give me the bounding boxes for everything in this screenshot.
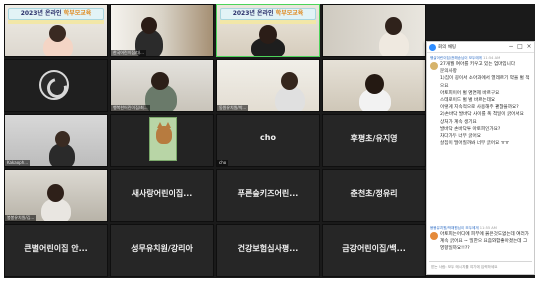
video-tile[interactable]: 성무유치원/강리아 bbox=[110, 224, 214, 277]
close-button[interactable]: × bbox=[525, 43, 533, 51]
chat-message: 행살어린이집/권해송님이 모두에게 11:54 AM 27개월 여아를 키우고 … bbox=[430, 56, 530, 147]
message-text: 27개월 여아를 키우고 있는 엄마입니다 문의사항 1)집이 굉이서 소아과에… bbox=[440, 62, 530, 147]
participant-head bbox=[47, 184, 64, 202]
video-tile[interactable]: 큰별어린이집 안... bbox=[4, 224, 108, 277]
video-tile[interactable]: 건강보험심사평... bbox=[216, 224, 320, 277]
participant-display-name: 큰별어린이집 안... bbox=[24, 244, 88, 253]
participant-head bbox=[385, 17, 402, 35]
participant-head bbox=[49, 25, 66, 42]
chat-message: 봉봉유치원/박채원님이 모두에게 11:55 AM 아토피는어디에 피부에 붉은… bbox=[430, 226, 530, 253]
participant-name: Kakaoph... bbox=[5, 160, 31, 166]
video-tile[interactable]: 행복한어린이집/최... bbox=[110, 59, 214, 112]
video-tile[interactable]: 한국어린이집/대... bbox=[110, 4, 214, 57]
video-tile[interactable] bbox=[4, 59, 108, 112]
participant-name: 행복한어린이집/최... bbox=[111, 105, 150, 111]
chat-message-list[interactable]: 행살어린이집/권해송님이 모두에게 11:54 AM 27개월 여아를 키우고 … bbox=[427, 54, 534, 260]
participant-display-name: 후평초/유지영 bbox=[350, 134, 398, 143]
participant-head bbox=[259, 25, 277, 44]
banner-strip bbox=[8, 20, 104, 24]
zoom-logo-icon bbox=[429, 44, 436, 51]
obs-logo-icon bbox=[39, 70, 69, 100]
video-tile[interactable]: 춘천초/정유리 bbox=[322, 169, 426, 222]
chat-header: 회의 채팅 − □ × bbox=[427, 42, 534, 53]
participant-name: 동원유치원/박... bbox=[217, 105, 249, 111]
video-gallery: 2023년 온라인 학부모교육 한국어린이집/대... 2023년 온라인 학부… bbox=[4, 4, 429, 278]
chat-title: 회의 채팅 bbox=[438, 45, 456, 50]
zoom-meeting-window: 2023년 온라인 학부모교육 한국어린이집/대... 2023년 온라인 학부… bbox=[4, 4, 535, 278]
participant-name: 한국어린이집/대... bbox=[111, 50, 146, 56]
video-tile[interactable]: 금강어린이집/백... bbox=[322, 224, 426, 277]
participant-display-name: 춘천초/정유리 bbox=[350, 189, 398, 198]
participant-name: 봉봉유치원/김... bbox=[5, 215, 37, 221]
sender-avatar-icon bbox=[430, 62, 438, 70]
video-tile[interactable] bbox=[110, 114, 214, 167]
participant-display-name: 건강보험심사평... bbox=[237, 244, 299, 253]
video-tile[interactable]: cho cho bbox=[216, 114, 320, 167]
participant-head bbox=[151, 72, 169, 90]
video-tile-active-speaker[interactable]: 2023년 온라인 학부모교육 bbox=[216, 4, 320, 57]
video-tile[interactable]: 새사랑어린이집... bbox=[110, 169, 214, 222]
participant-display-name: 새사랑어린이집... bbox=[131, 189, 193, 198]
video-tile[interactable]: 후평초/유지영 bbox=[322, 114, 426, 167]
video-tile[interactable] bbox=[322, 59, 426, 112]
participant-name: cho bbox=[217, 160, 229, 166]
participant-display-name: 금강어린이집/백... bbox=[342, 244, 406, 253]
participant-head bbox=[55, 131, 70, 147]
participant-display-name: cho bbox=[260, 133, 276, 142]
meeting-chat-panel[interactable]: 회의 채팅 − □ × 행살어린이집/권해송님이 모두에게 11:54 AM 2… bbox=[426, 41, 535, 275]
minimize-button[interactable]: − bbox=[507, 43, 515, 51]
chat-input[interactable]: 받는 사람: 모두 메시지를 여기에 입력하세요 bbox=[429, 261, 532, 272]
banner-strip bbox=[220, 20, 316, 24]
participant-display-name: 푸른숲키즈어린... bbox=[237, 189, 299, 198]
participant-head bbox=[141, 17, 157, 34]
sender-avatar-icon bbox=[430, 232, 438, 240]
maximize-button[interactable]: □ bbox=[516, 43, 524, 51]
participant-video bbox=[323, 5, 425, 56]
video-tile[interactable]: 푸른숲키즈어린... bbox=[216, 169, 320, 222]
video-tile[interactable]: 2023년 온라인 학부모교육 bbox=[4, 4, 108, 57]
participant-display-name: 성무유치원/강리아 bbox=[131, 244, 193, 253]
event-banner: 2023년 온라인 학부모교육 bbox=[8, 8, 104, 20]
video-tile[interactable]: 봉봉유치원/김... bbox=[4, 169, 108, 222]
video-tile[interactable]: 동원유치원/박... bbox=[216, 59, 320, 112]
cat-avatar-icon bbox=[156, 122, 172, 144]
message-text: 아토피는어디에 피부에 붉은것도없는데 여러가계속 긁어요 ~ 밀한으 요즘와함… bbox=[440, 232, 529, 252]
participant-head bbox=[281, 72, 298, 90]
video-tile[interactable]: Kakaoph... bbox=[4, 114, 108, 167]
video-tile[interactable] bbox=[322, 4, 426, 57]
profile-picture bbox=[149, 117, 177, 161]
participant-head bbox=[365, 74, 384, 94]
event-banner: 2023년 온라인 학부모교육 bbox=[220, 8, 316, 20]
